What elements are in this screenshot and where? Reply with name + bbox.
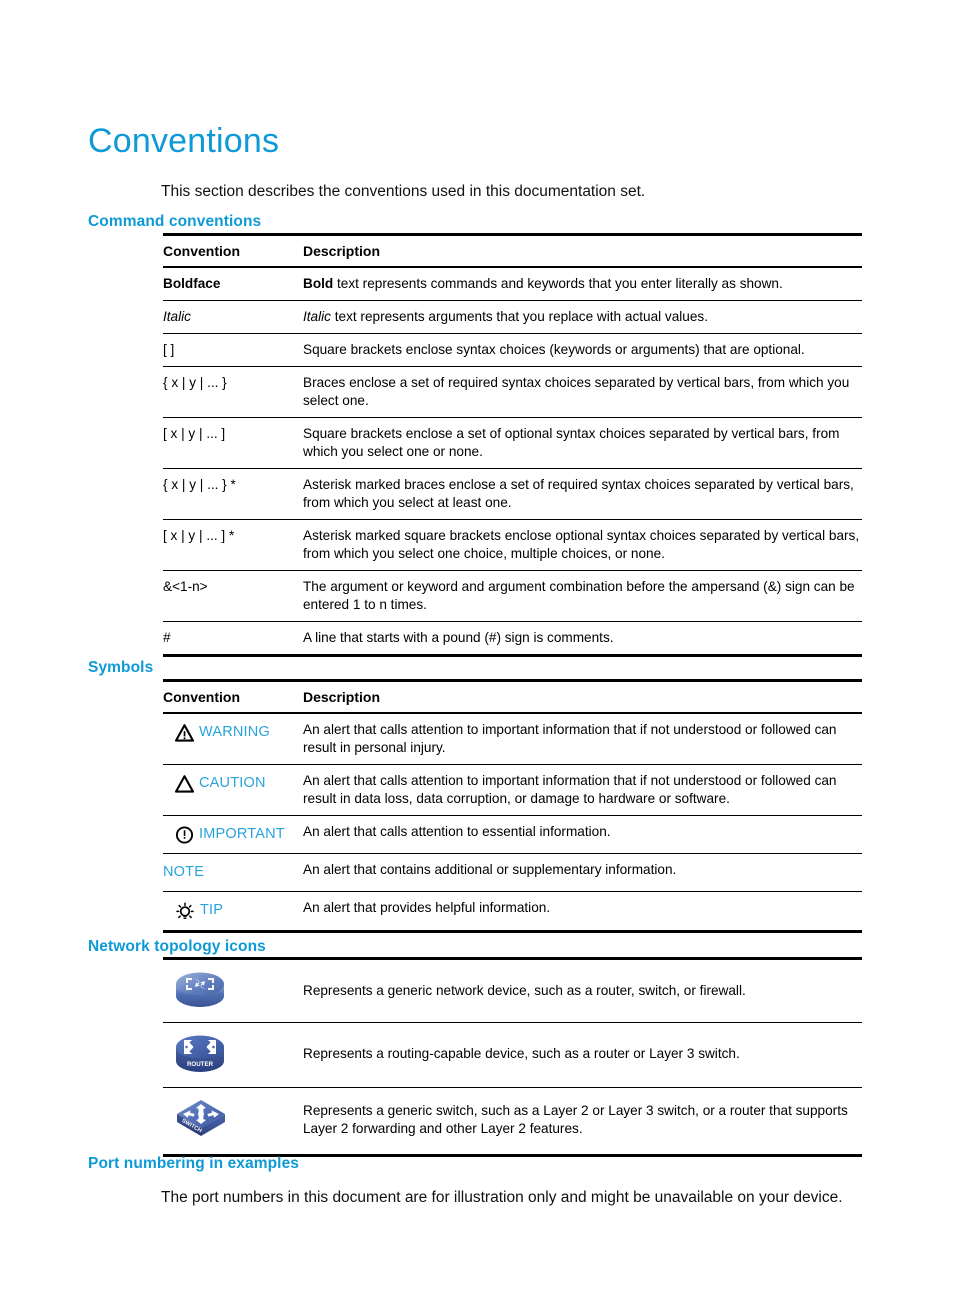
convention-cell: NOTE <box>163 853 303 892</box>
table-row: &<1-n> The argument or keyword and argum… <box>163 569 862 622</box>
table-row: TIP An alert that provides helpful infor… <box>163 891 862 933</box>
tip-symbol: TIP <box>163 901 293 920</box>
table-row: ROUTER Represents a routing-capable devi… <box>163 1022 862 1088</box>
column-header-convention: Convention <box>163 679 303 715</box>
description-cell: An alert that calls attention to essenti… <box>303 815 862 854</box>
table-row: WARNING An alert that calls attention to… <box>163 712 862 765</box>
important-symbol: IMPORTANT <box>163 825 293 844</box>
convention-cell: [ ] <box>163 333 303 367</box>
section-heading-port-numbering-in-examples: Port numbering in examples <box>88 1154 300 1172</box>
important-circle-exclamation-icon <box>175 826 194 844</box>
description-cell: Square brackets enclose a set of optiona… <box>303 417 862 469</box>
intro-paragraph: This section describes the conventions u… <box>161 182 646 200</box>
convention-cell: [ x | y | ... ] <box>163 417 303 469</box>
table-row: NOTE An alert that contains additional o… <box>163 853 862 892</box>
icon-cell: SWITCH <box>163 1087 303 1157</box>
network-topology-icons-table: Represents a generic network device, suc… <box>163 957 862 1157</box>
warning-triangle-exclamation-icon <box>175 724 194 742</box>
command-conventions-table: Convention Description Boldface Bold tex… <box>163 233 862 657</box>
table-row: [ ] Square brackets enclose syntax choic… <box>163 333 862 367</box>
icon-cell: ROUTER <box>163 1022 303 1088</box>
icon-cell <box>163 957 303 1023</box>
tip-lightbulb-icon <box>176 901 194 919</box>
generic-network-device-icon-wrap <box>163 968 293 1014</box>
column-header-description: Description <box>303 679 862 715</box>
column-header-convention: Convention <box>163 233 303 269</box>
convention-cell: CAUTION <box>163 764 303 816</box>
table-row: CAUTION An alert that calls attention to… <box>163 764 862 816</box>
table-header-row: Convention Description <box>163 233 862 269</box>
port-numbering-paragraph: The port numbers in this document are fo… <box>161 1188 843 1206</box>
description-cell: Italic text represents arguments that yo… <box>303 300 862 334</box>
generic-network-device-icon <box>176 972 224 1007</box>
description-lead: Bold <box>303 276 334 292</box>
document-page: Conventions This section describes the c… <box>0 0 954 1296</box>
convention-cell: IMPORTANT <box>163 815 303 854</box>
convention-cell: [ x | y | ... ] * <box>163 518 303 571</box>
table-row: IMPORTANT An alert that calls attention … <box>163 815 862 854</box>
caution-symbol: CAUTION <box>163 774 293 793</box>
switch-icon-wrap: SWITCH <box>163 1096 293 1146</box>
description-cell: An alert that calls attention to importa… <box>303 764 862 816</box>
symbol-label: NOTE <box>163 864 205 881</box>
description-cell: Braces enclose a set of required syntax … <box>303 366 862 418</box>
convention-cell: { x | y | ... } <box>163 366 303 418</box>
description-cell: A line that starts with a pound (#) sign… <box>303 620 862 657</box>
description-cell: Square brackets enclose syntax choices (… <box>303 333 862 367</box>
table-row: Boldface Bold text represents commands a… <box>163 266 862 301</box>
column-header-description: Description <box>303 233 862 269</box>
table-row: Represents a generic network device, suc… <box>163 957 862 1023</box>
section-heading-command-conventions: Command conventions <box>88 212 262 230</box>
description-rest: text represents arguments that you repla… <box>330 309 709 325</box>
description-lead: Italic <box>303 309 331 325</box>
table-row: { x | y | ... } Braces enclose a set of … <box>163 366 862 418</box>
description-cell: An alert that contains additional or sup… <box>303 853 862 892</box>
symbol-label: TIP <box>200 902 224 919</box>
switch-icon: SWITCH <box>177 1100 225 1136</box>
convention-cell: # <box>163 620 303 657</box>
description-rest: text represents commands and keywords th… <box>333 276 783 292</box>
router-icon-label: ROUTER <box>187 1061 214 1068</box>
description-cell: Represents a generic switch, such as a L… <box>303 1087 862 1157</box>
convention-cell: Italic <box>163 300 303 334</box>
table-row: SWITCH Represents a generic switch, such… <box>163 1087 862 1157</box>
description-cell: An alert that calls attention to importa… <box>303 712 862 765</box>
description-cell: The argument or keyword and argument com… <box>303 569 862 622</box>
description-cell: Represents a generic network device, suc… <box>303 957 862 1023</box>
section-heading-network-topology-icons: Network topology icons <box>88 937 266 955</box>
description-cell: Represents a routing-capable device, suc… <box>303 1022 862 1088</box>
convention-cell: { x | y | ... } * <box>163 468 303 520</box>
section-heading-symbols: Symbols <box>88 658 154 676</box>
note-symbol: NOTE <box>163 863 293 882</box>
convention-cell: &<1-n> <box>163 569 303 622</box>
convention-cell: WARNING <box>163 712 303 765</box>
symbol-label: CAUTION <box>199 775 266 792</box>
description-cell: Asterisk marked square brackets enclose … <box>303 518 862 571</box>
table-row: [ x | y | ... ] Square brackets enclose … <box>163 417 862 469</box>
symbol-label: IMPORTANT <box>199 826 285 843</box>
convention-cell: TIP <box>163 891 303 933</box>
caution-triangle-icon <box>175 775 194 793</box>
description-cell: An alert that provides helpful informati… <box>303 891 862 933</box>
symbols-table: Convention Description WARNING An alert <box>163 679 862 933</box>
warning-symbol: WARNING <box>163 723 293 742</box>
table-row: { x | y | ... } * Asterisk marked braces… <box>163 468 862 520</box>
convention-cell: Boldface <box>163 266 303 301</box>
description-cell: Asterisk marked braces enclose a set of … <box>303 468 862 520</box>
router-icon: ROUTER <box>176 1035 224 1072</box>
page-title: Conventions <box>88 121 280 160</box>
router-icon-wrap: ROUTER <box>163 1031 293 1079</box>
table-row: # A line that starts with a pound (#) si… <box>163 620 862 657</box>
description-cell: Bold text represents commands and keywor… <box>303 266 862 301</box>
table-header-row: Convention Description <box>163 679 862 715</box>
table-row: Italic Italic text represents arguments … <box>163 300 862 334</box>
symbol-label: WARNING <box>199 724 270 741</box>
table-row: [ x | y | ... ] * Asterisk marked square… <box>163 518 862 571</box>
